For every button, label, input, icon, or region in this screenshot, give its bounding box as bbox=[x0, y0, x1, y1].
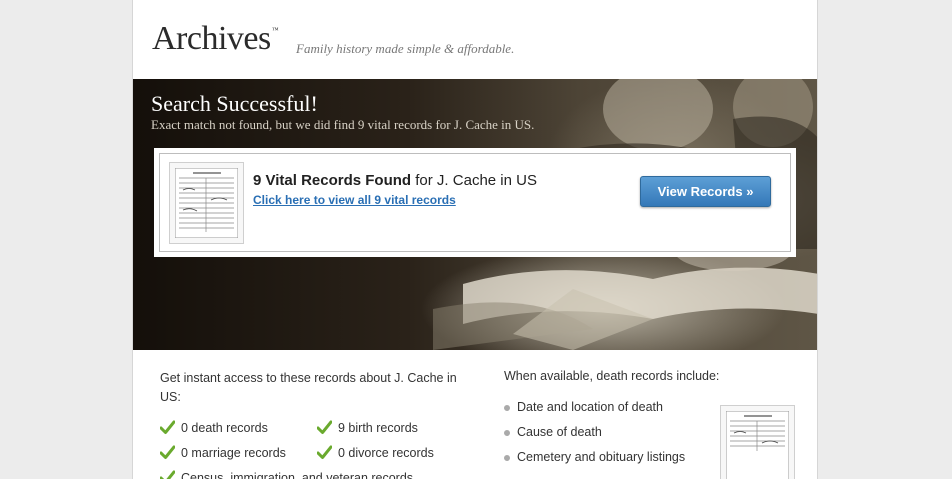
list-item: Cause of death bbox=[504, 425, 685, 450]
checklist-item: 9 birth records bbox=[317, 420, 418, 435]
checklist-item: 0 divorce records bbox=[317, 445, 434, 460]
hero-banner: Search Successful! Exact match not found… bbox=[133, 79, 817, 350]
checklist-label: 0 divorce records bbox=[338, 446, 434, 460]
checkmark-icon bbox=[160, 470, 175, 479]
site-logo[interactable]: Archives™ bbox=[152, 20, 279, 58]
checkmark-icon bbox=[160, 445, 175, 459]
bullet-icon bbox=[504, 455, 510, 461]
view-all-records-link[interactable]: Click here to view all 9 vital records bbox=[253, 193, 456, 207]
list-item-label: Cause of death bbox=[517, 425, 602, 439]
result-count: 9 Vital Records Found bbox=[253, 172, 412, 189]
site-header: Archives™ Family history made simple & a… bbox=[133, 0, 817, 79]
checklist-label: 0 marriage records bbox=[181, 446, 286, 460]
list-item-label: Cemetery and obituary listings bbox=[517, 450, 686, 464]
trademark-mark: ™ bbox=[271, 26, 279, 34]
result-for-text: for J. Cache in US bbox=[411, 172, 537, 189]
bullet-icon bbox=[504, 430, 510, 436]
site-tagline: Family history made simple & affordable. bbox=[296, 41, 515, 56]
checklist-item: 0 death records bbox=[160, 420, 268, 435]
list-item: Date and location of death bbox=[504, 400, 685, 425]
document-icon bbox=[725, 410, 790, 479]
hero-subtitle: Exact match not found, but we did find 9… bbox=[151, 117, 535, 132]
document-icon bbox=[174, 167, 239, 239]
records-intro: Get instant access to these records abou… bbox=[160, 371, 457, 404]
death-record-thumbnail bbox=[720, 405, 795, 479]
checklist-item: 0 marriage records bbox=[160, 445, 286, 460]
checklist-label: 0 death records bbox=[181, 421, 268, 435]
page-container: Archives™ Family history made simple & a… bbox=[132, 0, 818, 479]
checkmark-icon bbox=[317, 445, 332, 459]
list-item: Cemetery and obituary listings bbox=[504, 450, 685, 475]
view-records-button[interactable]: View Records » bbox=[640, 176, 771, 207]
details-section: Get instant access to these records abou… bbox=[133, 350, 817, 479]
vital-record-thumbnail[interactable] bbox=[169, 162, 244, 244]
checklist-label: Census, immigration, and veteran records bbox=[181, 471, 414, 479]
list-item-label: Date and location of death bbox=[517, 400, 663, 414]
result-panel: 9 Vital Records Found for J. Cache in US… bbox=[159, 153, 791, 252]
death-records-heading: When available, death records include: bbox=[504, 369, 720, 383]
bullet-icon bbox=[504, 405, 510, 411]
result-box: 9 Vital Records Found for J. Cache in US… bbox=[154, 148, 796, 257]
death-records-list: Date and location of death Cause of deat… bbox=[504, 400, 685, 475]
result-title: 9 Vital Records Found for J. Cache in US bbox=[253, 172, 537, 189]
checklist-item: Census, immigration, and veteran records bbox=[160, 470, 413, 479]
checkmark-icon bbox=[160, 420, 175, 434]
checklist-label: 9 birth records bbox=[338, 421, 418, 435]
logo-text: Archives bbox=[152, 20, 271, 57]
checkmark-icon bbox=[317, 420, 332, 434]
hero-title: Search Successful! bbox=[151, 91, 318, 116]
